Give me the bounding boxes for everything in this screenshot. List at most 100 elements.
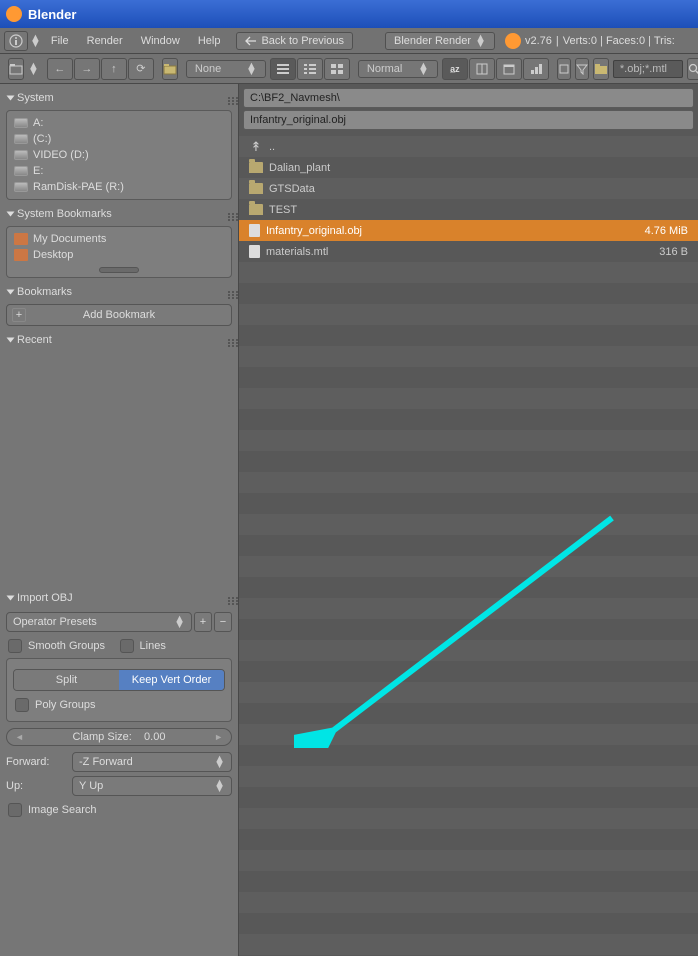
menu-file[interactable]: File xyxy=(43,32,77,50)
back-to-previous-button[interactable]: Back to Previous xyxy=(236,32,353,50)
filter-folder-button[interactable] xyxy=(593,58,609,80)
recent-header[interactable]: Recent xyxy=(6,330,232,350)
drive-item[interactable]: VIDEO (D:) xyxy=(11,147,227,163)
grip-icon[interactable] xyxy=(228,339,230,341)
drive-label: E: xyxy=(33,165,43,177)
render-engine-label: Blender Render xyxy=(394,35,471,47)
lines-checkbox[interactable]: Lines xyxy=(118,636,226,656)
nav-button-group: ← → ↑ ⟳ xyxy=(47,58,154,80)
path-input[interactable]: C:\BF2_Navmesh\ xyxy=(243,88,694,108)
bookmarks-panel: Bookmarks + Add Bookmark xyxy=(6,282,232,326)
keep-vert-order-button[interactable]: Keep Vert Order xyxy=(119,670,224,690)
grip-icon[interactable] xyxy=(228,597,230,599)
folder-row[interactable]: Dalian_plant xyxy=(239,157,698,178)
file-name: Dalian_plant xyxy=(269,162,612,174)
display-list-long-button[interactable] xyxy=(297,58,323,80)
display-thumb-button[interactable] xyxy=(324,58,350,80)
sort-select[interactable]: None ▲▼ xyxy=(186,60,266,78)
menu-window[interactable]: Window xyxy=(133,32,188,50)
back-arrow-icon xyxy=(245,36,257,46)
recent-panel: Recent xyxy=(6,330,232,350)
display-size-select[interactable]: Normal ▲▼ xyxy=(358,60,438,78)
resize-handle[interactable] xyxy=(99,267,139,273)
menu-help[interactable]: Help xyxy=(190,32,229,50)
nav-refresh-button[interactable]: ⟳ xyxy=(128,58,154,80)
preset-remove-button[interactable]: − xyxy=(214,612,232,632)
split-button[interactable]: Split xyxy=(14,670,119,690)
parent-dir-row[interactable]: ↟ .. xyxy=(239,136,698,157)
image-search-checkbox[interactable]: Image Search xyxy=(6,800,232,820)
decrement-icon: ◄ xyxy=(15,732,24,742)
filter-glob-input[interactable]: *.obj;*.mtl xyxy=(613,60,683,78)
import-obj-header[interactable]: Import OBJ xyxy=(6,588,232,608)
empty-row xyxy=(239,934,698,955)
file-row-selected[interactable]: Infantry_original.obj 4.76 MiB xyxy=(239,220,698,241)
filename-input[interactable]: Infantry_original.obj xyxy=(243,110,694,130)
drive-item[interactable]: (C:) xyxy=(11,131,227,147)
drive-item[interactable]: RamDisk-PAE (R:) xyxy=(11,179,227,195)
system-panel-header[interactable]: System xyxy=(6,88,232,108)
select-updown-icon: ▲▼ xyxy=(475,35,486,47)
folder-row[interactable]: GTSData xyxy=(239,178,698,199)
increment-icon: ► xyxy=(214,732,223,742)
drive-label: (C:) xyxy=(33,133,51,145)
poly-groups-checkbox[interactable]: Poly Groups xyxy=(13,695,225,715)
folder-icon xyxy=(249,162,263,173)
file-icon xyxy=(249,245,260,258)
show-hidden-button[interactable] xyxy=(557,58,571,80)
sidebar: System A: (C:) VIDEO (D:) E: RamDisk-PAE… xyxy=(0,84,239,956)
file-row[interactable]: materials.mtl 316 B xyxy=(239,241,698,262)
display-list-short-button[interactable] xyxy=(270,58,296,80)
drive-label: A: xyxy=(33,117,43,129)
preset-add-button[interactable]: + xyxy=(194,612,212,632)
toolbar-scroll-icon[interactable]: ▲▼ xyxy=(28,63,39,75)
system-panel-title: System xyxy=(17,92,54,104)
folder-row[interactable]: TEST xyxy=(239,199,698,220)
grip-icon[interactable] xyxy=(228,97,230,99)
grip-icon[interactable] xyxy=(228,213,230,215)
drive-item[interactable]: A: xyxy=(11,115,227,131)
filter-button[interactable] xyxy=(575,58,589,80)
filebrowser-icon-button[interactable] xyxy=(8,58,24,80)
nav-up-button[interactable]: ↑ xyxy=(101,58,127,80)
operator-presets-select[interactable]: Operator Presets ▲▼ xyxy=(6,612,192,632)
drive-item[interactable]: E: xyxy=(11,163,227,179)
info-icon-button[interactable] xyxy=(4,31,28,51)
disk-icon xyxy=(14,150,28,160)
bookmark-item[interactable]: My Documents xyxy=(11,231,227,247)
smooth-groups-checkbox[interactable]: Smooth Groups xyxy=(6,636,114,656)
sort-size-button[interactable] xyxy=(523,58,549,80)
checkbox-icon xyxy=(15,698,29,712)
checkbox-label: Image Search xyxy=(28,804,96,816)
sort-time-button[interactable] xyxy=(496,58,522,80)
nav-back-button[interactable]: ← xyxy=(47,58,73,80)
folder-icon xyxy=(249,204,263,215)
system-bookmarks-header[interactable]: System Bookmarks xyxy=(6,204,232,224)
collapse-icon xyxy=(7,338,15,343)
new-folder-button[interactable] xyxy=(162,58,178,80)
bookmarks-header[interactable]: Bookmarks xyxy=(6,282,232,302)
system-panel: System A: (C:) VIDEO (D:) E: RamDisk-PAE… xyxy=(6,88,232,200)
file-name: Infantry_original.obj xyxy=(266,225,612,237)
empty-row xyxy=(239,598,698,619)
bookmark-item[interactable]: Desktop xyxy=(11,247,227,263)
add-bookmark-button[interactable]: + Add Bookmark xyxy=(6,304,232,326)
empty-row xyxy=(239,766,698,787)
menu-render[interactable]: Render xyxy=(79,32,131,50)
empty-row xyxy=(239,619,698,640)
search-button[interactable] xyxy=(687,58,698,80)
grip-icon[interactable] xyxy=(228,291,230,293)
clamp-size-field[interactable]: ◄ Clamp Size: 0.00 ► xyxy=(6,728,232,746)
bookmark-label: My Documents xyxy=(33,233,106,245)
up-select[interactable]: Y Up▲▼ xyxy=(72,776,232,796)
sort-ext-button[interactable] xyxy=(469,58,495,80)
sort-alpha-button[interactable]: a̲z xyxy=(442,58,468,80)
recent-title: Recent xyxy=(17,334,52,346)
documents-icon xyxy=(14,233,28,245)
menu-scroll-icon[interactable]: ▲▼ xyxy=(30,35,41,47)
render-engine-select[interactable]: Blender Render ▲▼ xyxy=(385,32,495,50)
nav-forward-button[interactable]: → xyxy=(74,58,100,80)
file-browser-content: C:\BF2_Navmesh\ Infantry_original.obj ↟ … xyxy=(239,84,698,956)
empty-row xyxy=(239,346,698,367)
forward-select[interactable]: -Z Forward▲▼ xyxy=(72,752,232,772)
